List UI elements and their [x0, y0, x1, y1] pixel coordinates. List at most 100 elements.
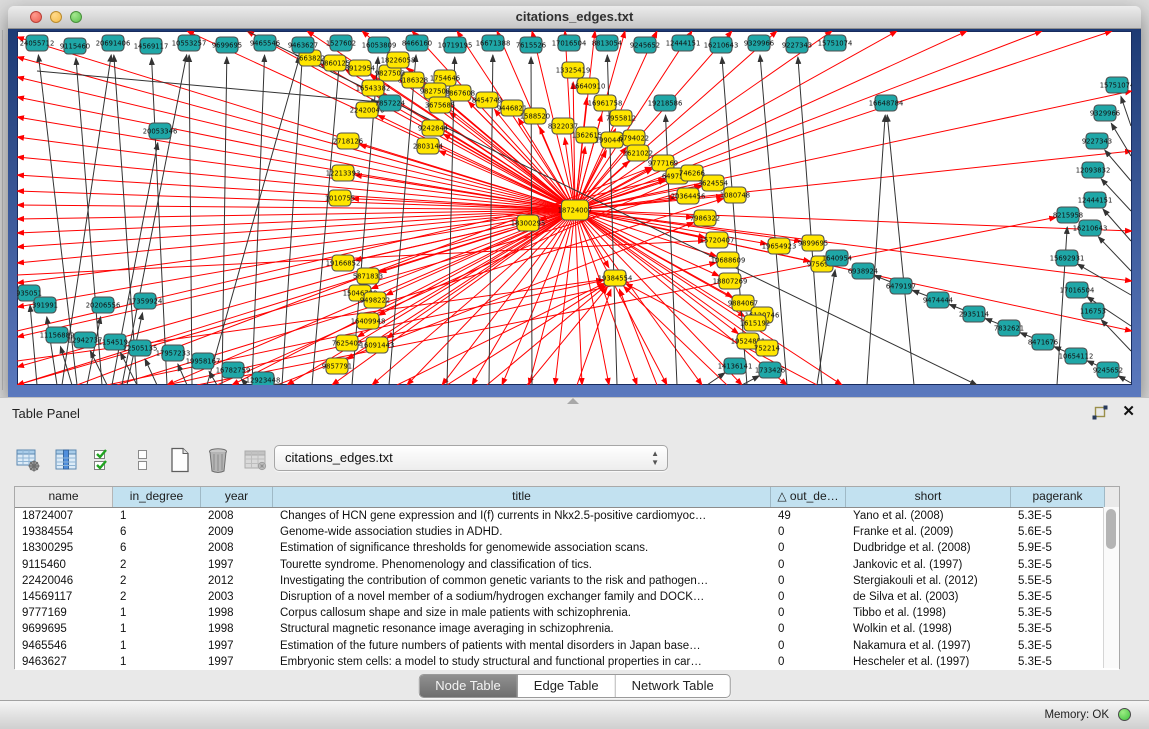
table-row[interactable]: 1456911722003Disruption of a novel membe… [15, 589, 1119, 605]
graph-node-label: 16053809 [362, 41, 397, 49]
column-header-pagerank[interactable]: pagerank [1011, 487, 1105, 507]
tab-edge-table[interactable]: Edge Table [518, 675, 616, 697]
graph-edge [222, 57, 227, 385]
table-row[interactable]: 2242004622012Investigating the contribut… [15, 573, 1119, 589]
table-cell: 0 [771, 524, 846, 540]
graph-node-label: 9227343 [782, 41, 812, 49]
table-cell: 2003 [201, 589, 273, 605]
table-cell: 0 [771, 621, 846, 637]
table-cell: 0 [771, 605, 846, 621]
column-header-name[interactable]: name [15, 487, 113, 507]
graph-node-label: 6479197 [886, 282, 916, 290]
column-header-year[interactable]: year [201, 487, 273, 507]
graph-node-label: 9329966 [744, 39, 774, 47]
table-cell: 9777169 [15, 605, 113, 621]
table-cell: Wolkin et al. (1998) [846, 621, 1011, 637]
table-panel: Table Panel ✕ [0, 397, 1149, 728]
graph-node-label: 7615526 [516, 41, 546, 49]
citation-network-graph[interactable]: 1872400718300295193845549777169649756874… [17, 31, 1132, 385]
table-row[interactable]: 1872400712008Changes of HCN gene express… [15, 508, 1119, 524]
graph-node-label: 9474444 [923, 296, 953, 304]
graph-node-label: 8813054 [592, 39, 622, 47]
table-cell: 0 [771, 573, 846, 589]
table-cell: 1 [113, 654, 201, 670]
column-header-out_de[interactable]: △ out_de… [771, 487, 846, 507]
float-panel-icon[interactable] [1091, 405, 1109, 421]
graph-node-label: 24055712 [20, 39, 55, 47]
table-cell: 0 [771, 654, 846, 670]
graph-node-label: 9329966 [1090, 109, 1120, 117]
delete-column-trash-icon[interactable] [204, 446, 232, 474]
network-view-frame: 1872400718300295193845549777169649756874… [8, 29, 1141, 397]
table-cell: 5.6E-5 [1011, 524, 1105, 540]
table-row[interactable]: 911546021997Tourette syndrome. Phenomeno… [15, 557, 1119, 573]
tab-node-table[interactable]: Node Table [419, 675, 518, 697]
graph-node-label: 10553257 [172, 39, 207, 47]
graph-node-label: 9463627 [288, 41, 318, 49]
graph-node-label: 8454749 [472, 96, 502, 104]
close-panel-icon[interactable]: ✕ [1122, 402, 1135, 420]
table-type-tabs: Node TableEdge TableNetwork Table [418, 674, 731, 698]
select-columns-checkbox-icon[interactable] [90, 446, 118, 474]
show-columns-icon[interactable] [52, 446, 80, 474]
table-cell: Genome-wide association studies in ADHD. [273, 524, 771, 540]
graph-edge [798, 57, 822, 385]
panel-resize-handle[interactable] [567, 398, 579, 404]
table-header-row: namein_degreeyeartitle△ out_de…shortpage… [15, 487, 1119, 508]
table-mode-icon[interactable] [14, 446, 42, 474]
table-row[interactable]: 946554611997Estimation of the future num… [15, 638, 1119, 654]
column-header-title[interactable]: title [273, 487, 771, 507]
table-row[interactable]: 977716911998Corpus callosum shape and si… [15, 605, 1119, 621]
network-table-selector[interactable]: citations_edges.txt ▲ ▼ [274, 445, 668, 471]
table-row[interactable]: 969969511998Structural magnetic resonanc… [15, 621, 1119, 637]
graph-node-label: 7625402 [332, 339, 362, 347]
graph-node-label: 7986322 [690, 214, 720, 222]
table-row[interactable]: 946362711997Embryonic stem cells: a mode… [15, 654, 1119, 670]
table-cell: Tourette syndrome. Phenomenology and cla… [273, 557, 771, 573]
graph-node-label: 16961758 [588, 99, 623, 107]
table-cell: 9465546 [15, 638, 113, 654]
graph-node-label: 20206556 [86, 301, 121, 309]
graph-node-label: 8186328 [398, 76, 428, 84]
graph-node-label: 9827508 [420, 87, 450, 95]
table-cell: Stergiakouli et al. (2012) [846, 573, 1011, 589]
table-row[interactable]: 1938455462009Genome-wide association stu… [15, 524, 1119, 540]
graph-node-label: 14136141 [718, 362, 753, 370]
graph-node-label: 14569117 [134, 42, 169, 50]
table-cell: 18300295 [15, 540, 113, 556]
graph-node-label: 9115460 [60, 42, 90, 50]
graph-node-label: 9899695 [798, 239, 828, 247]
graph-node-label: 1588520 [520, 112, 550, 120]
memory-indicator-icon[interactable] [1118, 708, 1131, 721]
graph-node-label: 17359924 [128, 297, 163, 305]
graph-edge [540, 127, 575, 210]
table-cell: Nakamura et al. (1997) [846, 638, 1011, 654]
graph-node-label: 5871833 [353, 272, 383, 280]
panel-title: Table Panel [12, 406, 80, 421]
graph-node-label: 16210643 [1073, 224, 1108, 232]
network-canvas[interactable]: 1872400718300295193845549777169649756874… [17, 31, 1132, 385]
table-cell: 5.5E-5 [1011, 573, 1105, 589]
new-column-document-icon[interactable] [166, 446, 194, 474]
graph-node-label: 17957233 [156, 349, 191, 357]
tab-network-table[interactable]: Network Table [616, 675, 730, 697]
table-scrollbar[interactable] [1103, 507, 1119, 668]
graph-node-label: 391991 [32, 301, 58, 309]
table-scrollbar-thumb[interactable] [1106, 509, 1116, 549]
graph-node-label: 7832621 [994, 324, 1024, 332]
window-titlebar[interactable]: citations_edges.txt [8, 6, 1141, 29]
table-cell: 1 [113, 621, 201, 637]
graph-node-label: 16648784 [869, 99, 904, 107]
graph-node-label: 17016504 [552, 39, 587, 47]
row-height-icon[interactable] [128, 446, 156, 474]
column-header-in_degree[interactable]: in_degree [113, 487, 201, 507]
memory-status-label: Memory: OK [1044, 709, 1109, 721]
column-header-short[interactable]: short [846, 487, 1011, 507]
table-row[interactable]: 1830029562008Estimation of significance … [15, 540, 1119, 556]
graph-node-label: 17016504 [1060, 286, 1095, 294]
graph-node-label: 16640910 [571, 82, 606, 90]
graph-node-label: 1733426 [755, 366, 785, 374]
table-cell: 9699695 [15, 621, 113, 637]
table-cell: 0 [771, 638, 846, 654]
graph-node-label: 12505135 [123, 344, 158, 352]
